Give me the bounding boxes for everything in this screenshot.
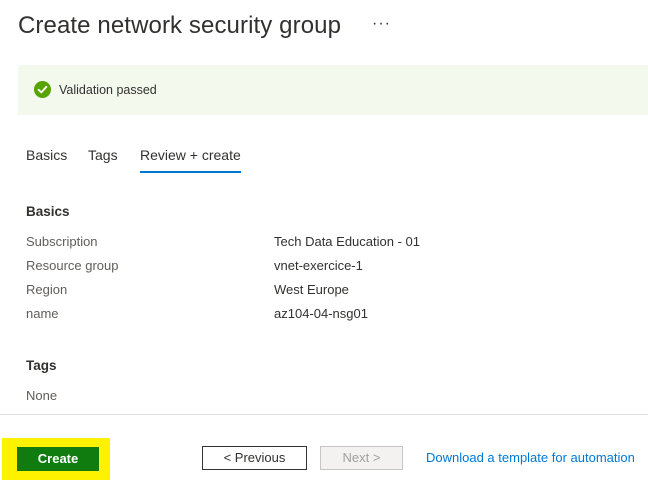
name-label: name — [26, 306, 59, 321]
basics-section-title: Basics — [26, 204, 70, 219]
tab-review-create[interactable]: Review + create — [140, 146, 241, 173]
validation-status-text: Validation passed — [59, 83, 157, 97]
footer-divider — [0, 414, 648, 415]
tab-basics[interactable]: Basics — [26, 146, 67, 164]
name-value: az104-04-nsg01 — [274, 306, 368, 321]
previous-button[interactable]: < Previous — [202, 446, 307, 470]
resource-group-label: Resource group — [26, 258, 119, 273]
tags-value: None — [26, 388, 58, 403]
region-value: West Europe — [274, 282, 349, 297]
subscription-label: Subscription — [26, 234, 98, 249]
checkmark-circle-icon — [34, 81, 51, 98]
tab-tags[interactable]: Tags — [88, 146, 118, 164]
more-options-button[interactable]: ··· — [372, 14, 391, 34]
resource-group-value: vnet-exercice-1 — [274, 258, 363, 273]
validation-banner: Validation passed — [18, 65, 648, 115]
download-template-link[interactable]: Download a template for automation — [426, 449, 635, 467]
page-title: Create network security group — [18, 12, 342, 39]
tags-section-title: Tags — [26, 358, 57, 373]
create-button[interactable]: Create — [17, 447, 99, 471]
next-button[interactable]: Next > — [320, 446, 403, 470]
subscription-value: Tech Data Education - 01 — [274, 234, 420, 249]
region-label: Region — [26, 282, 68, 297]
